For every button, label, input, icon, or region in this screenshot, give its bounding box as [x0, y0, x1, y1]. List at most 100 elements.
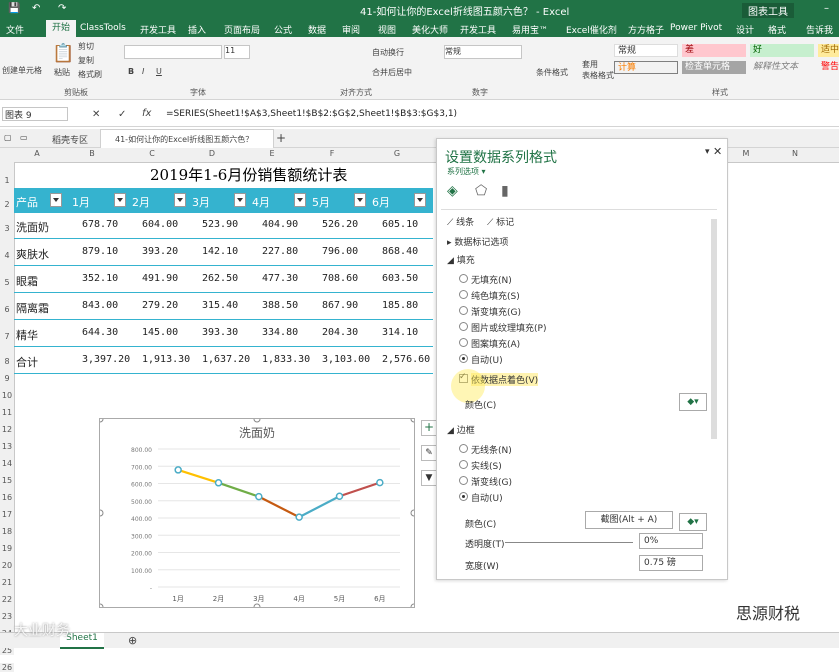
value-cell[interactable]: 678.70 [82, 219, 118, 230]
tab-12[interactable]: 易用宝™ [512, 23, 548, 36]
marker-options-section[interactable]: ▸ 数据标记选项 [447, 235, 508, 248]
value-cell[interactable]: 3,103.00 [322, 354, 370, 365]
value-cell[interactable]: 644.30 [82, 327, 118, 338]
cut-button[interactable]: 剪切 [78, 41, 94, 52]
border-section[interactable]: ◢ 边框 [447, 423, 475, 436]
value-cell[interactable]: 523.90 [202, 219, 238, 230]
border-option-label[interactable]: 自动(U) [471, 491, 503, 504]
tab-1[interactable]: 开始 [46, 20, 77, 37]
row-header[interactable]: 3 [0, 224, 14, 233]
value-cell[interactable]: 867.90 [322, 300, 358, 311]
value-cell[interactable]: 603.50 [382, 273, 418, 284]
row-header[interactable]: 22 [0, 595, 14, 604]
product-cell[interactable]: 隔离霜 [16, 300, 49, 316]
tab-0[interactable]: 文件 [6, 23, 24, 36]
fill-line-icon[interactable]: ◈ [447, 183, 458, 199]
font-name-box[interactable] [124, 45, 222, 59]
transparency-input[interactable]: 0% [639, 533, 703, 549]
add-sheet-icon[interactable]: ⊕ [128, 634, 137, 647]
add-tab-icon[interactable]: + [276, 131, 286, 145]
chart-styles-button[interactable]: ✎ [421, 445, 437, 461]
fill-radio[interactable] [459, 290, 468, 299]
value-cell[interactable]: 404.90 [262, 219, 298, 230]
border-radio[interactable] [459, 460, 468, 469]
border-radio[interactable] [459, 476, 468, 485]
col-C[interactable]: C [122, 149, 182, 158]
value-cell[interactable]: 393.30 [202, 327, 238, 338]
series-options-dropdown[interactable]: 系列选项 ▾ [447, 166, 486, 177]
value-cell[interactable]: 3,397.20 [82, 354, 130, 365]
new-doc-icon[interactable]: ▢ [4, 133, 12, 142]
product-cell[interactable]: 洗面奶 [16, 219, 49, 235]
row-header[interactable]: 16 [0, 493, 14, 502]
tab-17[interactable]: 格式 [768, 23, 786, 36]
product-cell[interactable]: 精华 [16, 327, 38, 343]
value-cell[interactable]: 2,576.60 [382, 354, 430, 365]
filter-button[interactable] [174, 193, 186, 207]
row-header[interactable]: 10 [0, 391, 14, 400]
value-cell[interactable]: 227.80 [262, 246, 298, 257]
fill-option-label[interactable]: 图案填充(A) [471, 337, 520, 350]
fill-option-label[interactable]: 自动(U) [471, 353, 503, 366]
filter-button[interactable] [414, 193, 426, 207]
style-neutral[interactable]: 适中 [818, 44, 839, 57]
fill-radio[interactable] [459, 338, 468, 347]
conditional-format-button[interactable]: 条件格式 [536, 67, 568, 78]
col-N[interactable]: N [770, 149, 820, 158]
row-header[interactable]: 1 [0, 176, 14, 185]
italic-button[interactable]: I [142, 67, 144, 76]
value-cell[interactable]: 879.10 [82, 246, 118, 257]
style-warn[interactable]: 警告 [818, 61, 839, 74]
col-F[interactable]: F [302, 149, 362, 158]
row-header[interactable]: 21 [0, 578, 14, 587]
filter-button[interactable] [114, 193, 126, 207]
tab-6[interactable]: 公式 [274, 23, 292, 36]
row-header[interactable]: 8 [0, 357, 14, 366]
value-cell[interactable]: 393.20 [142, 246, 178, 257]
tab-8[interactable]: 审阅 [342, 23, 360, 36]
col-E[interactable]: E [242, 149, 302, 158]
number-format-box[interactable]: 常规 [444, 45, 522, 59]
border-option-label[interactable]: 无线条(N) [471, 443, 512, 456]
row-header[interactable]: 5 [0, 278, 14, 287]
border-color-button[interactable]: ◆▾ [679, 513, 707, 531]
paste-icon[interactable]: 📋 [52, 43, 74, 64]
pane-dropdown-icon[interactable]: ▾ [705, 147, 710, 157]
value-cell[interactable]: 605.10 [382, 219, 418, 230]
value-cell[interactable]: 315.40 [202, 300, 238, 311]
value-cell[interactable]: 334.80 [262, 327, 298, 338]
value-cell[interactable]: 388.50 [262, 300, 298, 311]
fill-option-label[interactable]: 纯色填充(S) [471, 289, 520, 302]
product-cell[interactable]: 爽肤水 [16, 246, 49, 262]
row-header[interactable]: 11 [0, 408, 14, 417]
row-header[interactable]: 13 [0, 442, 14, 451]
border-option-label[interactable]: 渐变线(G) [471, 475, 512, 488]
col-A[interactable]: A [14, 149, 60, 158]
row-header[interactable]: 15 [0, 476, 14, 485]
cancel-icon[interactable]: ✕ [92, 109, 100, 120]
tab-16[interactable]: 设计 [736, 23, 754, 36]
chart-area[interactable]: 洗面奶 800.00 700.00 600.00 500.00 400.00 300.00 2… [96, 415, 418, 611]
col-B[interactable]: B [62, 149, 122, 158]
value-cell[interactable]: 843.00 [82, 300, 118, 311]
transparency-slider[interactable] [505, 542, 633, 543]
value-cell[interactable]: 1,637.20 [202, 354, 250, 365]
fill-radio[interactable] [459, 274, 468, 283]
doc-tab-daoke[interactable]: 稻壳专区 [52, 133, 88, 146]
redo-icon[interactable]: ↷ [58, 3, 66, 14]
filter-button[interactable] [50, 193, 62, 207]
row-header[interactable]: 2 [0, 200, 14, 209]
tab-14[interactable]: 方方格子 [628, 23, 664, 36]
style-calc[interactable]: 计算 [614, 61, 678, 74]
value-cell[interactable]: 604.00 [142, 219, 178, 230]
minimize-icon[interactable]: – [824, 3, 829, 14]
format-painter-button[interactable]: 格式刷 [78, 69, 102, 80]
tab-4[interactable]: 插入 [188, 23, 206, 36]
fill-radio[interactable] [459, 306, 468, 315]
wrap-text-button[interactable]: 自动换行 [372, 47, 404, 58]
folder-icon[interactable]: ▭ [20, 133, 28, 142]
value-cell[interactable]: 352.10 [82, 273, 118, 284]
value-cell[interactable]: 185.80 [382, 300, 418, 311]
row-header[interactable]: 12 [0, 425, 14, 434]
series-options-icon[interactable]: ▮ [501, 183, 509, 199]
